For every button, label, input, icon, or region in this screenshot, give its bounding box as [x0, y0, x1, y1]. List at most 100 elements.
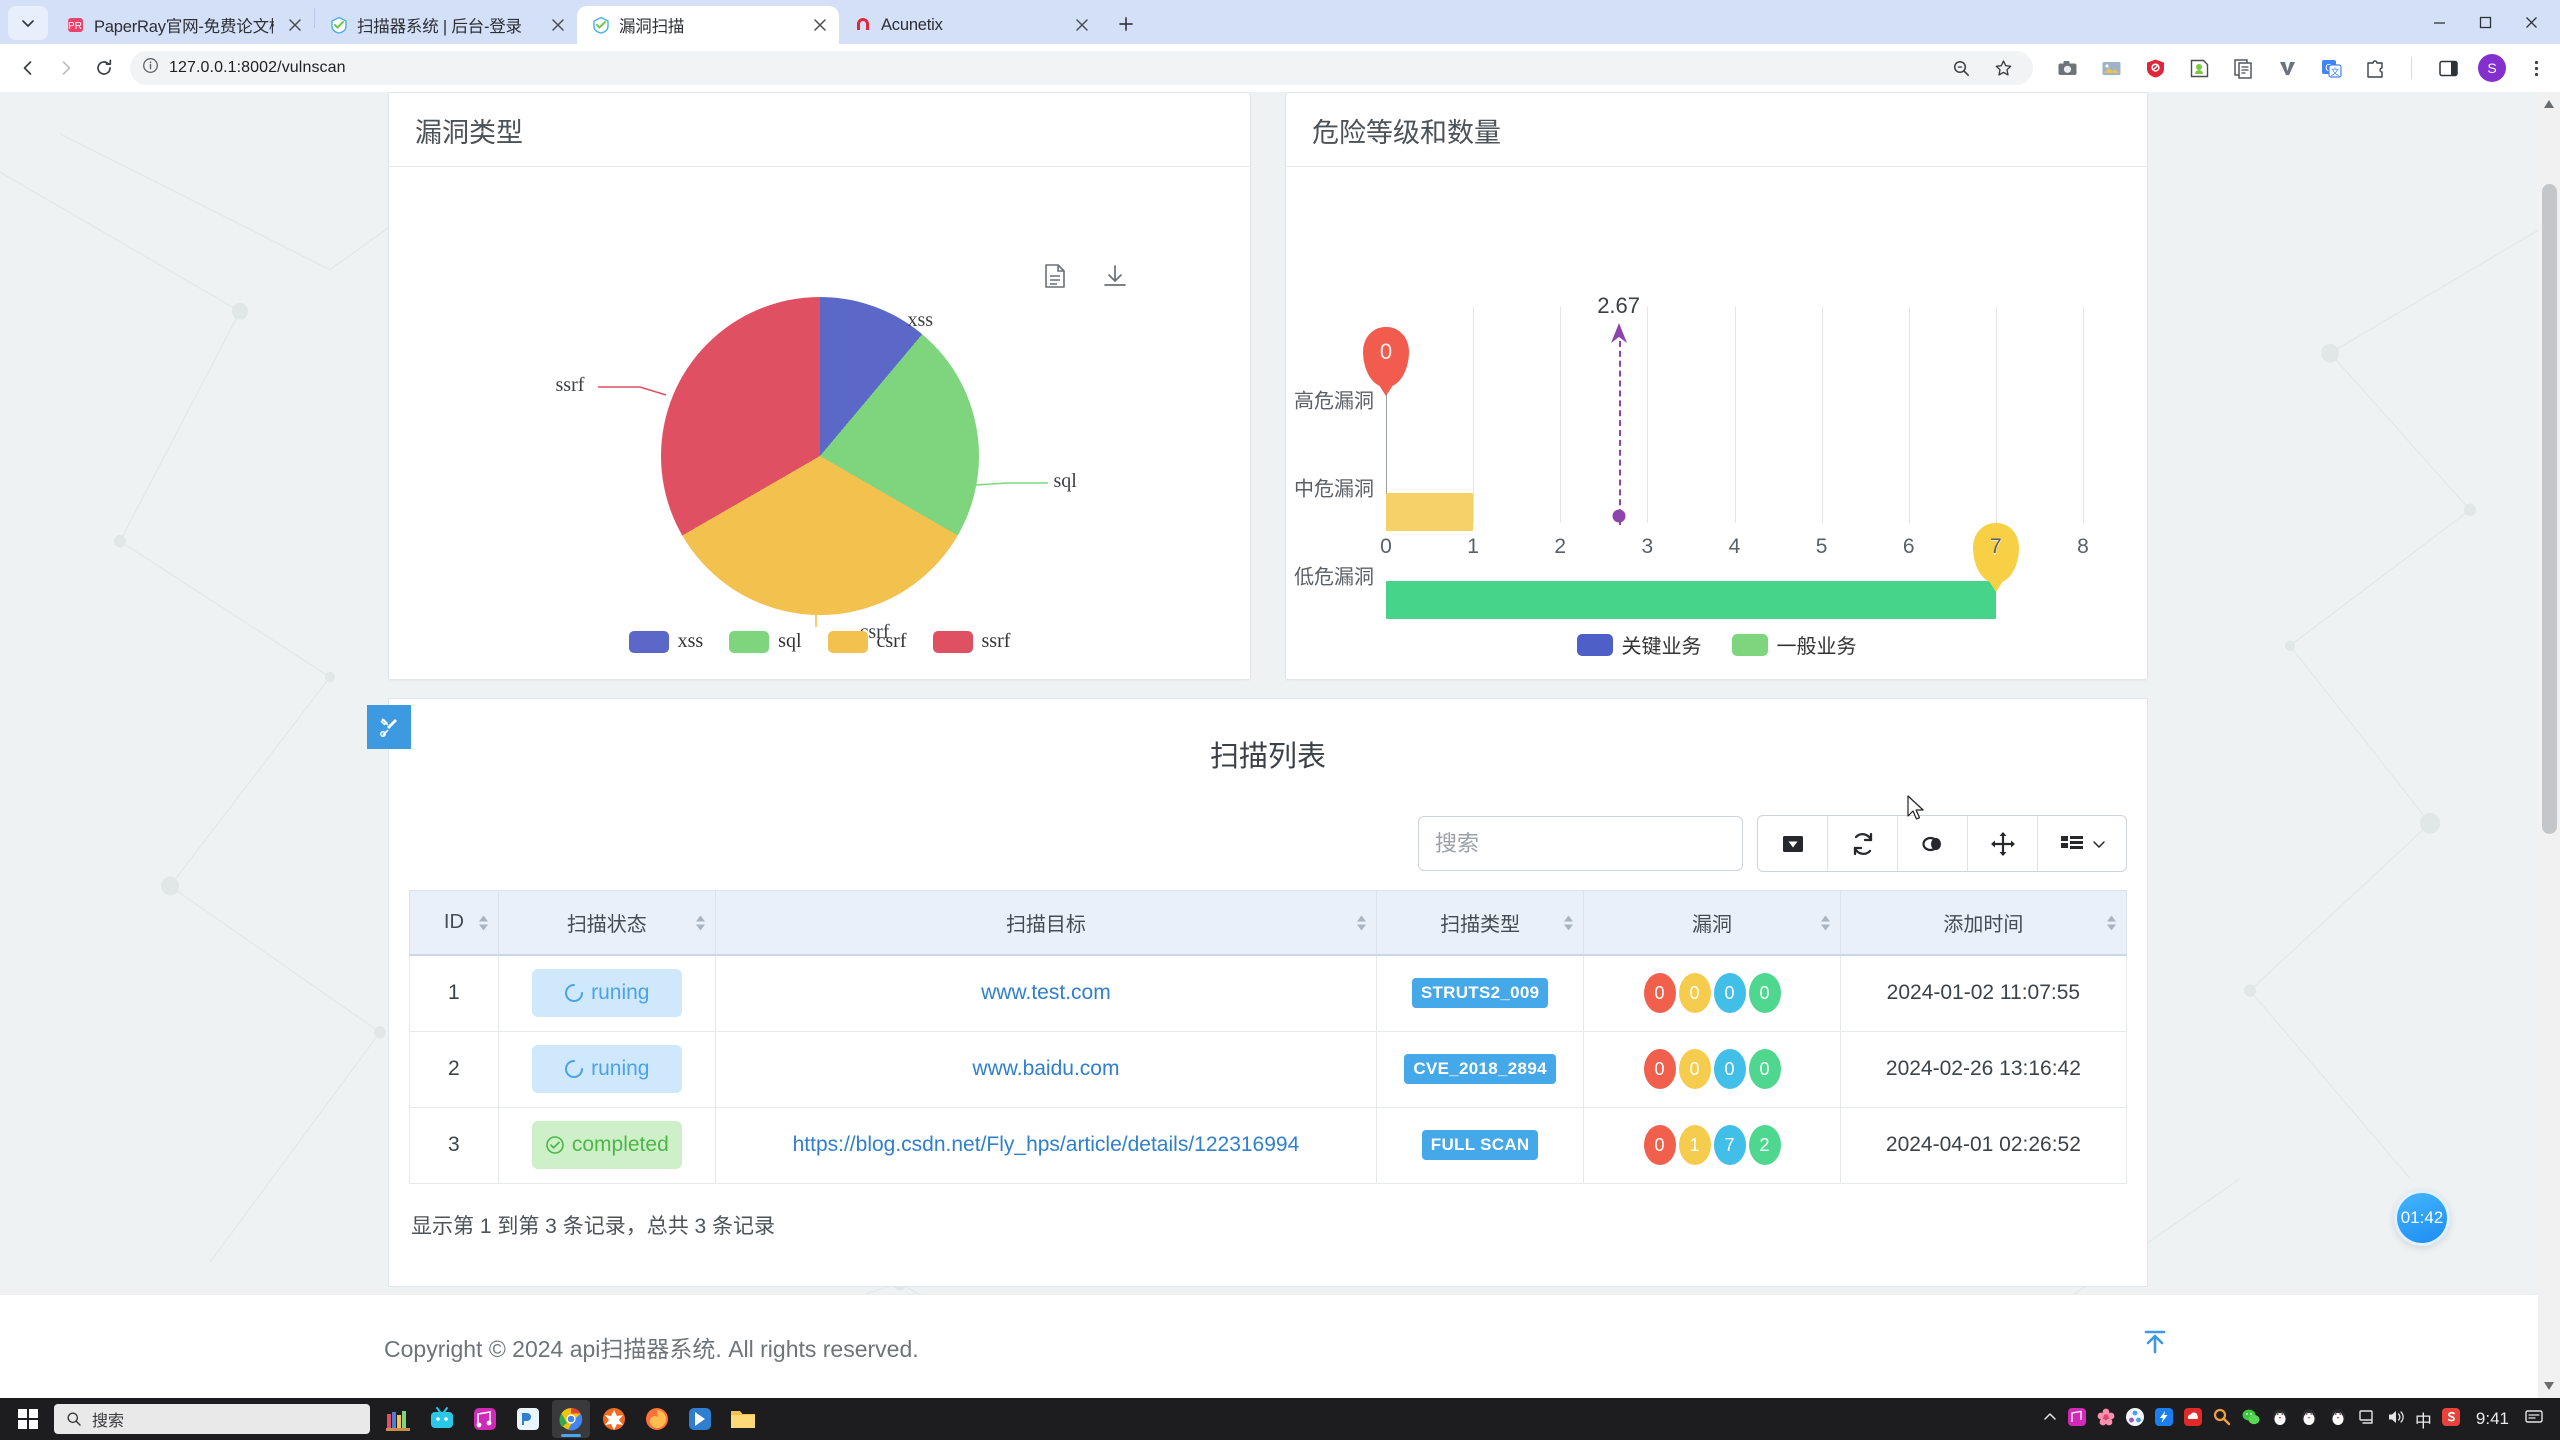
- back-to-top-icon[interactable]: [2142, 1329, 2168, 1362]
- chrome-menu-icon[interactable]: [2522, 54, 2550, 82]
- taskbar-app-bookshelf-icon[interactable]: [380, 1400, 418, 1438]
- tray-weiyun-icon[interactable]: [2183, 1407, 2203, 1432]
- close-icon[interactable]: [807, 12, 833, 38]
- column-header-added-time[interactable]: 添加时间: [1839, 890, 2128, 956]
- sort-icon[interactable]: [2107, 915, 2116, 930]
- maximize-button[interactable]: [2462, 0, 2508, 44]
- tray-qq-icon-2[interactable]: [2299, 1407, 2319, 1432]
- page-scrollbar[interactable]: [2538, 92, 2560, 1398]
- target-link[interactable]: www.test.com: [981, 981, 1111, 1004]
- new-tab-button[interactable]: [1109, 7, 1143, 41]
- taskbar-app-pycharm-icon[interactable]: [509, 1400, 547, 1438]
- columns-button[interactable]: [2038, 816, 2126, 871]
- browser-tab-3[interactable]: Acunetix: [839, 6, 1101, 44]
- side-panel-icon[interactable]: [2434, 54, 2462, 82]
- profile-avatar[interactable]: S: [2478, 54, 2506, 82]
- reload-icon[interactable]: [86, 50, 122, 86]
- close-icon[interactable]: [282, 12, 308, 38]
- export-button[interactable]: [1758, 816, 1828, 871]
- risk-level-chart-body: 高危漏洞 中危漏洞 低危漏洞 0 7 2.67 0 1 2 3 4 5 6 7 …: [1286, 167, 2147, 679]
- tray-qq-icon-1[interactable]: [2270, 1407, 2290, 1432]
- table-row[interactable]: 3 completed https://blog.csdn.net/Fly_hp…: [409, 1106, 2128, 1184]
- zoom-icon[interactable]: [1947, 54, 1975, 82]
- notification-center-icon[interactable]: [2524, 1407, 2544, 1432]
- pin-marker-high[interactable]: 0: [1363, 327, 1409, 387]
- bar-low[interactable]: [1386, 581, 1996, 619]
- taskbar-app-chrome-icon[interactable]: [552, 1400, 590, 1438]
- taskbar-app-bilibili-icon[interactable]: [423, 1400, 461, 1438]
- tray-sogou-icon[interactable]: [2441, 1407, 2461, 1432]
- screenshot-camera-icon[interactable]: [2053, 54, 2081, 82]
- table-row[interactable]: 1 runing www.test.com STRUTS2_009 0 0 0 …: [409, 954, 2128, 1032]
- column-header-vulns[interactable]: 漏洞: [1583, 890, 1841, 956]
- search-input[interactable]: [1435, 830, 1726, 857]
- start-button-icon[interactable]: [6, 1398, 50, 1440]
- sort-icon[interactable]: [695, 915, 705, 930]
- taskbar-app-burpsuite-icon[interactable]: [595, 1400, 633, 1438]
- bookmark-star-icon[interactable]: [1989, 54, 2017, 82]
- legend-item-key-business[interactable]: 关键业务: [1576, 630, 1702, 659]
- copy-pages-icon[interactable]: [2229, 54, 2257, 82]
- close-icon[interactable]: [1069, 12, 1095, 38]
- tray-cloudmusic-icon[interactable]: [2067, 1407, 2087, 1432]
- legend-item-sql[interactable]: sql: [729, 630, 802, 653]
- tray-volume-icon[interactable]: [2386, 1407, 2406, 1432]
- close-icon[interactable]: [545, 12, 571, 38]
- legend-item-xss[interactable]: xss: [628, 630, 703, 653]
- tray-qq-icon-3[interactable]: [2328, 1407, 2348, 1432]
- adblock-shield-icon[interactable]: [2141, 54, 2169, 82]
- taskbar-app-kugou-icon[interactable]: [681, 1400, 719, 1438]
- target-link[interactable]: www.baidu.com: [972, 1057, 1119, 1080]
- target-link[interactable]: https://blog.csdn.net/Fly_hps/article/de…: [793, 1133, 1300, 1156]
- address-bar[interactable]: 127.0.0.1:8002/vulnscan: [130, 51, 2033, 85]
- sort-icon[interactable]: [1564, 915, 1574, 930]
- close-window-button[interactable]: [2508, 0, 2554, 44]
- browser-tab-0[interactable]: PR PaperRay官网-免费论文检测服: [52, 6, 314, 44]
- scrollbar-thumb[interactable]: [2542, 184, 2557, 834]
- tray-pink-flower-icon[interactable]: [2096, 1407, 2116, 1432]
- column-header-id[interactable]: ID: [409, 890, 499, 956]
- legend-item-ssrf[interactable]: ssrf: [932, 630, 1010, 653]
- tray-ime-language[interactable]: 中: [2415, 1407, 2432, 1432]
- table-row[interactable]: 2 runing www.baidu.com CVE_2018_2894 0 0…: [409, 1030, 2128, 1108]
- bar-medium[interactable]: [1386, 493, 1474, 531]
- column-header-status[interactable]: 扫描状态: [497, 890, 716, 956]
- back-icon[interactable]: [10, 50, 46, 86]
- tray-atom-icon[interactable]: [2125, 1407, 2145, 1432]
- floating-clock-widget[interactable]: 01:42: [2394, 1190, 2450, 1246]
- browser-tab-2[interactable]: 漏洞扫描: [577, 6, 839, 44]
- taskbar-app-cloudmusic-icon[interactable]: [466, 1400, 504, 1438]
- image-extension-icon[interactable]: [2097, 54, 2125, 82]
- taskbar-app-explorer-icon[interactable]: [724, 1400, 762, 1438]
- tray-dingtalk-icon[interactable]: [2154, 1407, 2174, 1432]
- browser-tab-1[interactable]: 扫描器系统 | 后台-登录: [315, 6, 577, 44]
- tray-expand-icon[interactable]: [2042, 1409, 2058, 1430]
- column-header-target[interactable]: 扫描目标: [714, 890, 1378, 956]
- search-input-wrapper[interactable]: [1418, 816, 1743, 871]
- vimium-v-icon[interactable]: [2273, 54, 2301, 82]
- taskbar-app-firefox-icon[interactable]: [638, 1400, 676, 1438]
- user-script-icon[interactable]: [2185, 54, 2213, 82]
- legend-item-csrf[interactable]: csrf: [827, 630, 907, 653]
- sort-icon[interactable]: [478, 915, 488, 930]
- refresh-button[interactable]: [1828, 816, 1898, 871]
- google-translate-icon[interactable]: G文: [2317, 54, 2345, 82]
- tab-search-chevron-icon[interactable]: [8, 6, 48, 40]
- taskbar-search-box[interactable]: 搜索: [54, 1404, 370, 1434]
- column-header-scan-type[interactable]: 扫描类型: [1376, 890, 1585, 956]
- forward-icon[interactable]: [48, 50, 84, 86]
- extensions-puzzle-icon[interactable]: [2361, 54, 2389, 82]
- scroll-down-icon[interactable]: [2538, 1374, 2560, 1398]
- site-info-icon[interactable]: [142, 57, 159, 79]
- sort-icon[interactable]: [1820, 915, 1830, 930]
- sidebar-toggle-button[interactable]: [367, 705, 411, 749]
- scroll-up-icon[interactable]: [2538, 92, 2560, 116]
- tray-wechat-icon[interactable]: [2241, 1407, 2261, 1432]
- legend-item-general-business[interactable]: 一般业务: [1731, 630, 1857, 659]
- tray-search-key-icon[interactable]: [2212, 1407, 2232, 1432]
- sort-icon[interactable]: [1357, 915, 1367, 930]
- taskbar-clock[interactable]: 9:41: [2476, 1409, 2509, 1429]
- fullscreen-button[interactable]: [1968, 816, 2038, 871]
- tray-network-icon[interactable]: [2357, 1407, 2377, 1432]
- minimize-button[interactable]: [2416, 0, 2462, 44]
